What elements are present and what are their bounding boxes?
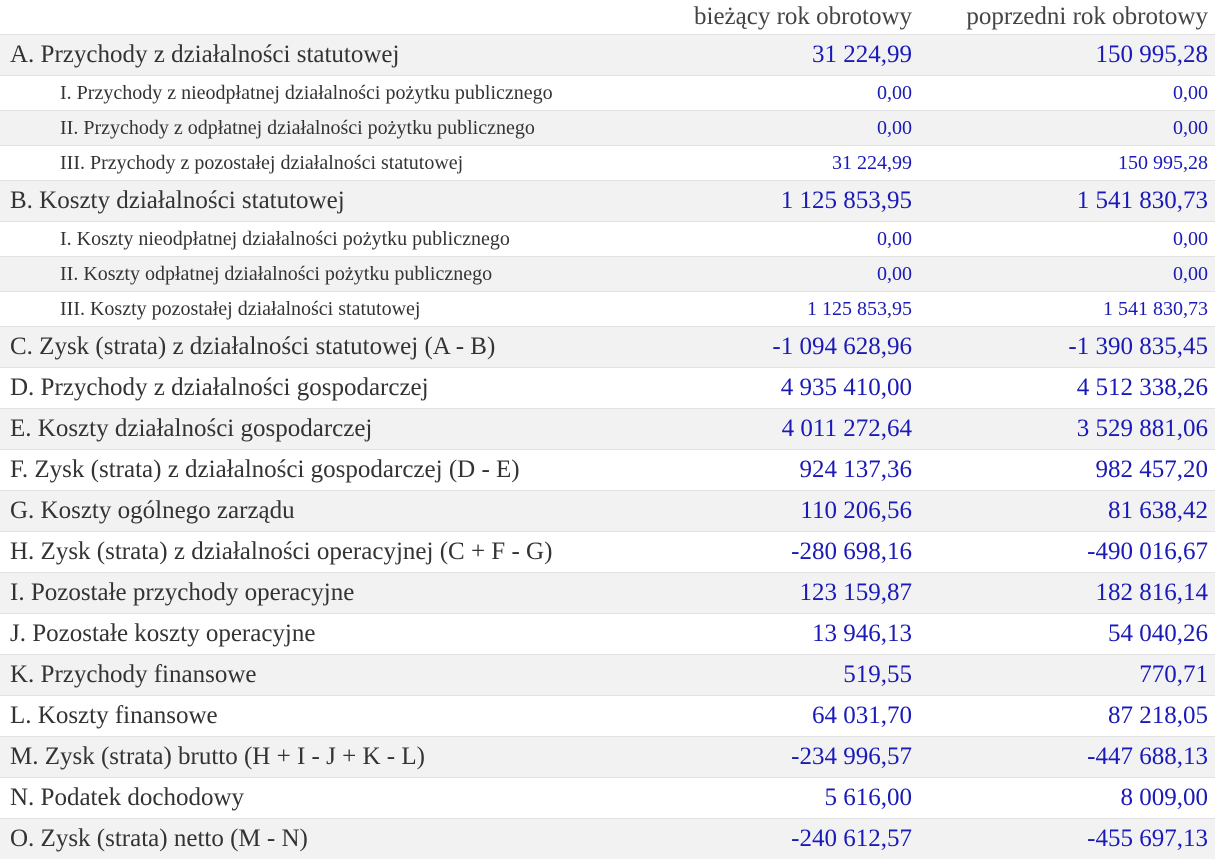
row-label: F. Zysk (strata) z działalności gospodar… — [0, 449, 653, 491]
table-row: N. Podatek dochodowy 5 616,00 8 009,00 — [0, 777, 1215, 819]
table-row: C. Zysk (strata) z działalności statutow… — [0, 326, 1215, 368]
table-row: O. Zysk (strata) netto (M - N) -240 612,… — [0, 818, 1215, 859]
row-label: N. Podatek dochodowy — [0, 777, 653, 819]
row-label: C. Zysk (strata) z działalności statutow… — [0, 326, 653, 368]
previous-year-value: -490 016,67 — [919, 531, 1215, 573]
previous-year-value: 87 218,05 — [919, 695, 1215, 737]
current-year-value: 13 946,13 — [653, 613, 919, 655]
financial-statement-table: bieżący rok obrotowy poprzedni rok obrot… — [0, 0, 1215, 859]
current-year-value: 123 159,87 — [653, 572, 919, 614]
current-year-value: 1 125 853,95 — [653, 180, 919, 222]
current-year-value: 0,00 — [653, 256, 919, 292]
table-row: D. Przychody z działalności gospodarczej… — [0, 367, 1215, 409]
table-row: J. Pozostałe koszty operacyjne 13 946,13… — [0, 613, 1215, 655]
row-label: II. Koszty odpłatnej działalności pożytk… — [0, 256, 653, 292]
current-year-value: 5 616,00 — [653, 777, 919, 819]
current-year-header: bieżący rok obrotowy — [694, 3, 912, 30]
previous-year-value: 3 529 881,06 — [919, 408, 1215, 450]
previous-year-value: 0,00 — [919, 221, 1215, 257]
previous-year-value: 81 638,42 — [919, 490, 1215, 532]
current-year-value: 31 224,99 — [653, 145, 919, 181]
previous-year-header: poprzedni rok obrotowy — [966, 3, 1208, 30]
row-label: M. Zysk (strata) brutto (H + I - J + K -… — [0, 736, 653, 778]
row-label: E. Koszty działalności gospodarczej — [0, 408, 653, 450]
table-row: B. Koszty działalności statutowej 1 125 … — [0, 180, 1215, 222]
row-label: J. Pozostałe koszty operacyjne — [0, 613, 653, 655]
row-label: H. Zysk (strata) z działalności operacyj… — [0, 531, 653, 573]
previous-year-value: 150 995,28 — [919, 145, 1215, 181]
current-year-value: -240 612,57 — [653, 818, 919, 859]
row-label: O. Zysk (strata) netto (M - N) — [0, 818, 653, 859]
row-label: I. Pozostałe przychody operacyjne — [0, 572, 653, 614]
current-year-value: 1 125 853,95 — [653, 291, 919, 327]
previous-year-value: 770,71 — [919, 654, 1215, 696]
table-row: G. Koszty ogólnego zarządu 110 206,56 81… — [0, 490, 1215, 532]
previous-year-value: 182 816,14 — [919, 572, 1215, 614]
current-year-value: 31 224,99 — [653, 34, 919, 76]
previous-year-value: 0,00 — [919, 75, 1215, 111]
table-row: I. Pozostałe przychody operacyjne 123 15… — [0, 572, 1215, 614]
previous-year-value: 4 512 338,26 — [919, 367, 1215, 409]
previous-year-value: 0,00 — [919, 256, 1215, 292]
previous-year-value: 1 541 830,73 — [919, 180, 1215, 222]
previous-year-value: 982 457,20 — [919, 449, 1215, 491]
label-column-header — [0, 0, 653, 35]
row-label: III. Przychody z pozostałej działalności… — [0, 145, 653, 181]
current-year-value: 4 935 410,00 — [653, 367, 919, 409]
row-label: I. Przychody z nieodpłatnej działalności… — [0, 75, 653, 111]
current-year-value: 110 206,56 — [653, 490, 919, 532]
row-label: G. Koszty ogólnego zarządu — [0, 490, 653, 532]
current-year-value: -1 094 628,96 — [653, 326, 919, 368]
current-year-value: 0,00 — [653, 75, 919, 111]
table-row: M. Zysk (strata) brutto (H + I - J + K -… — [0, 736, 1215, 778]
table-row: E. Koszty działalności gospodarczej 4 01… — [0, 408, 1215, 450]
previous-year-value: 1 541 830,73 — [919, 291, 1215, 327]
previous-year-value: 54 040,26 — [919, 613, 1215, 655]
previous-year-value: -1 390 835,45 — [919, 326, 1215, 368]
row-label: D. Przychody z działalności gospodarczej — [0, 367, 653, 409]
previous-year-value: -455 697,13 — [919, 818, 1215, 859]
table-row: I. Koszty nieodpłatnej działalności poży… — [0, 221, 1215, 257]
current-year-value: 4 011 272,64 — [653, 408, 919, 450]
previous-year-value: 150 995,28 — [919, 34, 1215, 76]
table-row: A. Przychody z działalności statutowej 3… — [0, 34, 1215, 76]
current-year-value: 0,00 — [653, 110, 919, 146]
current-year-value: -280 698,16 — [653, 531, 919, 573]
row-label: III. Koszty pozostałej działalności stat… — [0, 291, 653, 327]
table-row: L. Koszty finansowe 64 031,70 87 218,05 — [0, 695, 1215, 737]
current-year-value: -234 996,57 — [653, 736, 919, 778]
table-row: III. Przychody z pozostałej działalności… — [0, 145, 1215, 181]
table-row: I. Przychody z nieodpłatnej działalności… — [0, 75, 1215, 111]
previous-year-value: -447 688,13 — [919, 736, 1215, 778]
table-row: K. Przychody finansowe 519,55 770,71 — [0, 654, 1215, 696]
previous-year-value: 8 009,00 — [919, 777, 1215, 819]
row-label: A. Przychody z działalności statutowej — [0, 34, 653, 76]
row-label: K. Przychody finansowe — [0, 654, 653, 696]
table-row: H. Zysk (strata) z działalności operacyj… — [0, 531, 1215, 573]
table-row: II. Przychody z odpłatnej działalności p… — [0, 110, 1215, 146]
table-row: II. Koszty odpłatnej działalności pożytk… — [0, 256, 1215, 292]
row-label: L. Koszty finansowe — [0, 695, 653, 737]
row-label: I. Koszty nieodpłatnej działalności poży… — [0, 221, 653, 257]
row-label: B. Koszty działalności statutowej — [0, 180, 653, 222]
header-row: bieżący rok obrotowy poprzedni rok obrot… — [0, 0, 1215, 35]
row-label: II. Przychody z odpłatnej działalności p… — [0, 110, 653, 146]
current-year-value: 0,00 — [653, 221, 919, 257]
current-year-value: 519,55 — [653, 654, 919, 696]
table-row: F. Zysk (strata) z działalności gospodar… — [0, 449, 1215, 491]
current-year-value: 64 031,70 — [653, 695, 919, 737]
current-year-value: 924 137,36 — [653, 449, 919, 491]
previous-year-value: 0,00 — [919, 110, 1215, 146]
table-row: III. Koszty pozostałej działalności stat… — [0, 291, 1215, 327]
